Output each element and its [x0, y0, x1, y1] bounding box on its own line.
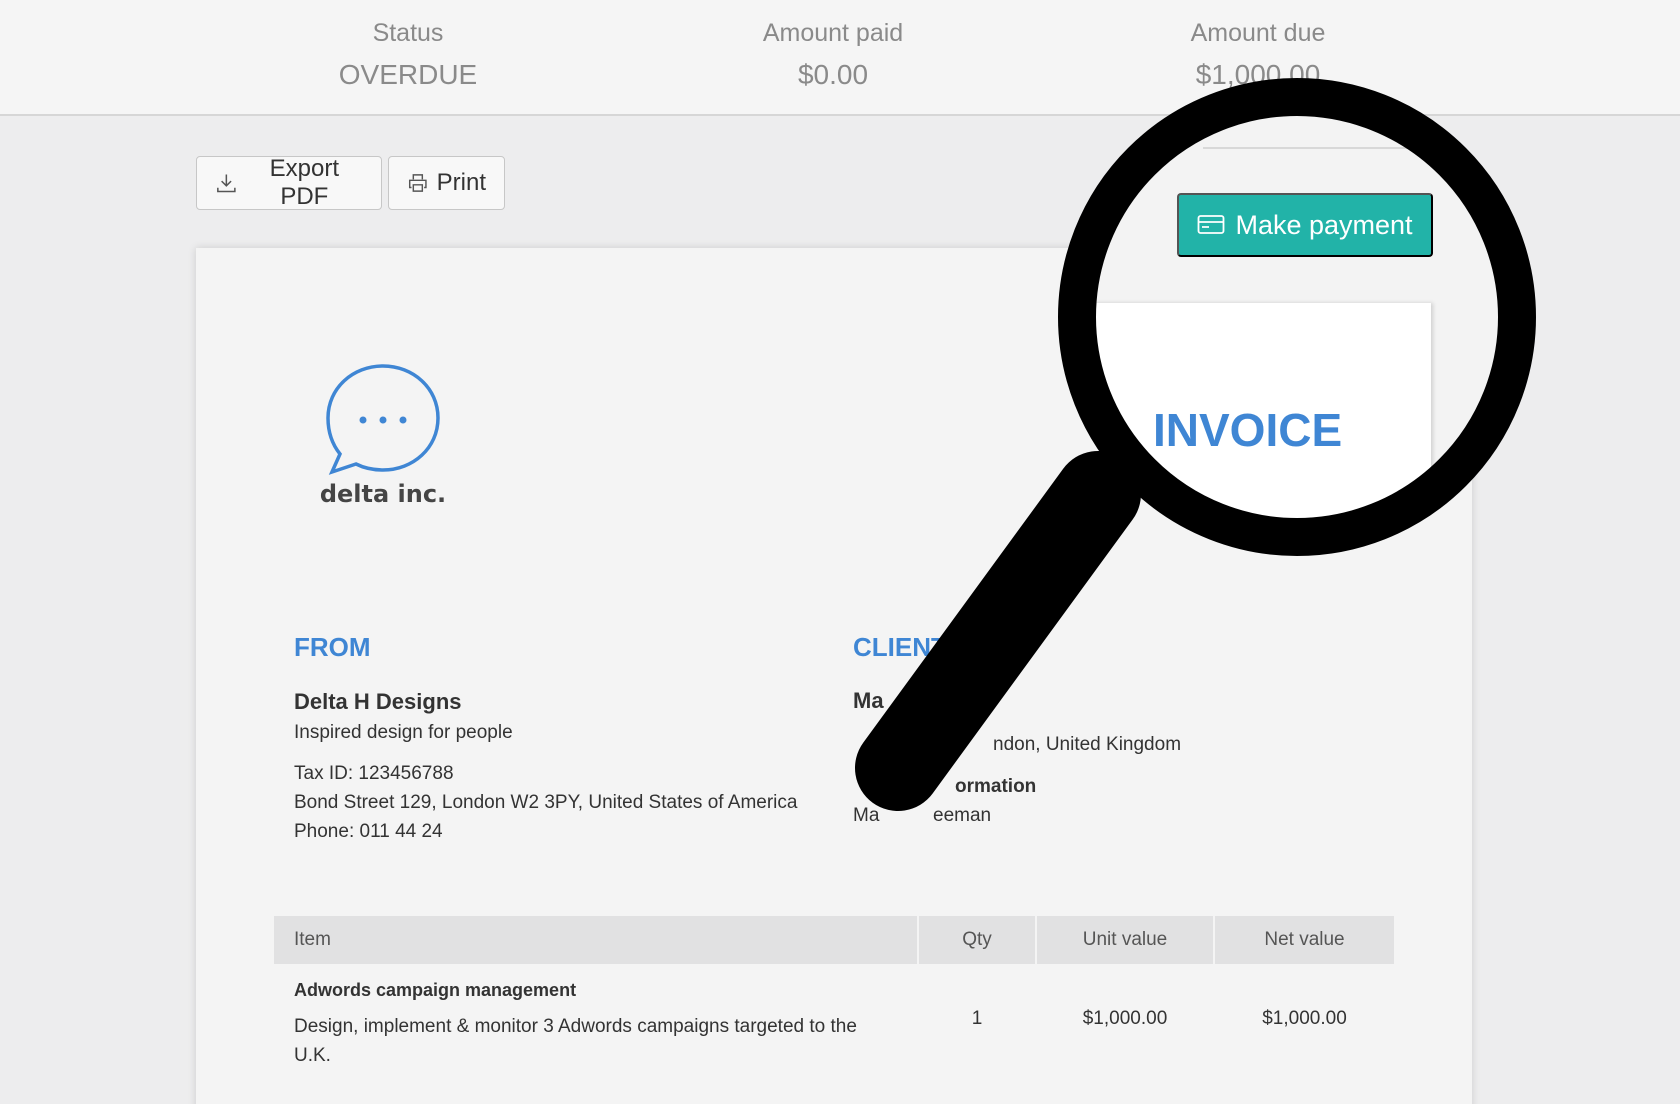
col-net-value: Net value — [1264, 929, 1345, 950]
company-logo-text: delta inc. — [319, 480, 447, 508]
invoice-summary-bar: Status OVERDUE Amount paid $0.00 Amount … — [0, 0, 1680, 116]
client-name: Ma — [853, 688, 884, 713]
client-heading: CLIENT — [853, 632, 947, 662]
amount-paid-summary: Amount paid $0.00 — [683, 18, 983, 94]
make-payment-label: Make payment — [1235, 209, 1413, 240]
col-item: Item — [294, 929, 331, 950]
client-address: ndon, United Kingdom — [993, 734, 1182, 755]
item-title: Adwords campaign management — [294, 980, 577, 1000]
status-value: OVERDUE — [338, 59, 478, 90]
col-qty: Qty — [962, 929, 992, 950]
amount-due-summary: Amount due $1,000.00 — [1108, 18, 1408, 94]
from-phone: Phone: 011 44 24 — [294, 821, 443, 842]
from-heading: FROM — [294, 632, 371, 662]
make-payment-button[interactable]: Make payment — [1177, 193, 1433, 257]
from-address: Bond Street 129, London W2 3PY, United S… — [294, 792, 798, 813]
item-net-value: $1,000.00 — [1262, 1008, 1347, 1029]
from-tagline: Inspired design for people — [294, 722, 513, 743]
download-icon — [217, 174, 236, 193]
from-tax-id: Tax ID: 123456788 — [294, 763, 454, 784]
item-description: Design, implement & monitor 3 Adwords ca… — [294, 1016, 857, 1066]
item-unit-value: $1,000.00 — [1082, 1008, 1168, 1029]
status-summary: Status OVERDUE — [258, 18, 558, 94]
client-contact-start: Ma — [853, 805, 880, 826]
printer-icon — [408, 174, 427, 192]
amount-paid-value: $0.00 — [797, 59, 869, 90]
export-pdf-label: Export PDF — [269, 155, 340, 210]
amount-paid-label: Amount paid — [762, 19, 904, 47]
from-company-name: Delta H Designs — [294, 689, 462, 714]
export-pdf-button[interactable]: Export PDF — [196, 155, 382, 210]
client-info-heading: ormation — [955, 776, 1037, 797]
items-table-header: Item Qty Unit value Net value — [274, 916, 1394, 964]
invoice-title: INVOICE — [1153, 404, 1343, 456]
status-label: Status — [372, 19, 444, 47]
client-contact-end: eeman — [933, 805, 992, 826]
print-button[interactable]: Print — [388, 156, 505, 210]
item-qty: 1 — [971, 1008, 983, 1029]
magnifier-lens: Make payment INVOICE — [1093, 113, 1501, 521]
amount-due-label: Amount due — [1190, 19, 1326, 47]
credit-card-icon — [1198, 215, 1225, 234]
print-label: Print — [436, 169, 486, 196]
col-unit-value: Unit value — [1082, 929, 1168, 950]
amount-due-value: $1,000.00 — [1195, 59, 1321, 90]
